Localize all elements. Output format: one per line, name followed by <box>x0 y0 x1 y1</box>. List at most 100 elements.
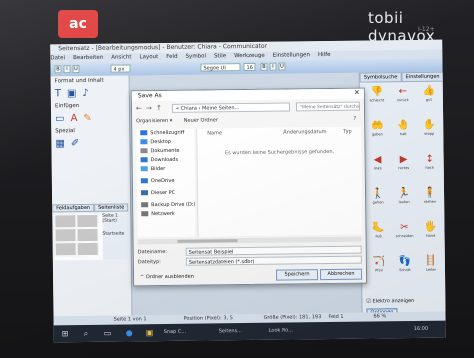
page-list-item[interactable]: Seite 1 (Start) <box>102 213 128 224</box>
edge-icon[interactable]: ● <box>126 328 133 337</box>
nav-item[interactable]: Backup Drive (D:) <box>137 201 195 211</box>
organize-button[interactable]: Organisieren ▾ <box>136 118 172 124</box>
symbol-label: gehen <box>372 200 384 205</box>
symbol-icon: 🤚 <box>396 120 410 132</box>
symbol-cell[interactable]: 👣 Schritt <box>394 256 416 272</box>
italic-text-button[interactable]: I <box>269 62 277 71</box>
symbol-icon: ✂ <box>400 222 409 234</box>
menu-item[interactable]: Einstellungen <box>273 52 310 58</box>
symbol-cell[interactable]: 🧍 stehen <box>419 188 441 204</box>
page-thumbnail[interactable]: Seite 1 (Start) Startseite <box>54 213 129 261</box>
show-checkbox[interactable]: ☑ Elektro anzeigen <box>366 298 414 305</box>
path-field[interactable]: « Chiara › Meine Seiten... <box>171 102 291 113</box>
symbol-cell[interactable]: ◀ links <box>367 154 389 170</box>
menu-item[interactable]: Hilfe <box>318 52 331 58</box>
taskbar-seitensatz[interactable]: Seitens... <box>219 328 242 334</box>
back-icon[interactable]: ← <box>136 104 142 112</box>
bold-text-button[interactable]: B <box>260 62 268 71</box>
menu-item[interactable]: Datei <box>50 55 65 61</box>
symbol-cell[interactable]: 🏃 laufen <box>393 188 415 204</box>
underline-text-button[interactable]: U <box>278 62 286 71</box>
symbol-cell[interactable]: 🚶 gehen <box>367 188 389 204</box>
symbol-cell[interactable]: ✋ stopp <box>418 120 440 136</box>
forward-icon[interactable]: → <box>146 104 152 112</box>
special-grid-icon[interactable]: ▦ <box>55 138 65 149</box>
menu-item[interactable]: Feld <box>166 54 177 60</box>
status-field: Feld 1 <box>328 313 344 321</box>
up-icon[interactable]: ↑ <box>156 104 162 112</box>
symbol-label: stehen <box>424 199 437 204</box>
symbol-label: laufen <box>398 200 410 205</box>
symbol-cell[interactable]: 🪜 Leiter <box>420 256 442 272</box>
tab-page-list[interactable]: Seitenliste <box>94 203 129 212</box>
symbol-label: schneiden <box>395 233 414 239</box>
symbol-cell[interactable]: 🤚 halt <box>392 120 414 136</box>
symbol-label: geben <box>371 132 383 137</box>
bold-button[interactable]: B <box>54 65 62 74</box>
left-panel-tabs: Feldaufgaben Seitenliste <box>52 203 130 213</box>
menu-item[interactable]: Werkzeuge <box>234 53 265 59</box>
symbol-icon: 🚶 <box>371 188 385 200</box>
tab-symbol-search[interactable]: Symbolsuche <box>359 72 402 83</box>
nav-item[interactable]: OneDrive <box>137 177 195 187</box>
symbol-cell[interactable]: 🦶 Fuß <box>367 222 389 238</box>
special-pen-icon[interactable]: ✐ <box>71 138 80 149</box>
close-icon[interactable]: ✕ <box>354 89 360 97</box>
symbol-cell[interactable]: ← zurück <box>392 86 414 102</box>
insert-field-icon[interactable]: ▭ <box>55 113 65 124</box>
cancel-button[interactable]: Abbrechen <box>319 268 363 281</box>
taskview-icon[interactable]: ▭ <box>104 329 112 338</box>
tab-field-tasks[interactable]: Feldaufgaben <box>52 203 95 213</box>
font-size-select[interactable]: 16 <box>243 62 256 72</box>
symbol-cell[interactable]: 🏹 Pfeil <box>368 256 390 272</box>
start-icon[interactable]: ⊞ <box>62 329 69 338</box>
taskbar-look[interactable]: Look Ro... <box>269 327 293 333</box>
nav-item[interactable]: Dieser PC <box>137 189 195 199</box>
menu-item[interactable]: Layout <box>140 54 159 60</box>
symbol-icon: 👍 <box>422 85 436 97</box>
nav-item-label: Dieser PC <box>150 189 176 197</box>
file-list[interactable]: Name Änderungsdatum Typ Es wurden keine … <box>196 126 363 237</box>
column-type[interactable]: Typ <box>343 129 351 135</box>
search-icon[interactable]: ⌕ <box>84 329 89 339</box>
new-folder-button[interactable]: Neuer Ordner <box>184 117 218 123</box>
taskbar-snap[interactable]: Snap C... <box>164 329 187 335</box>
menu-item[interactable]: Bearbeiten <box>73 55 103 61</box>
column-date[interactable]: Änderungsdatum <box>283 129 326 136</box>
search-input[interactable]: "Meine Seitensätz" durchsuch... <box>295 101 361 112</box>
explorer-icon[interactable]: ▣ <box>146 328 154 337</box>
symbol-cell[interactable]: ▶ rechts <box>393 154 415 170</box>
underline-button[interactable]: U <box>72 65 80 74</box>
text-tool-icon[interactable]: T <box>55 88 61 99</box>
nav-item[interactable]: Bilder <box>137 165 195 175</box>
nav-item[interactable]: Netzwerk <box>137 210 195 220</box>
symbol-cell[interactable]: 🖐 Hand <box>419 222 441 238</box>
insert-brush-icon[interactable]: ✎ <box>83 113 92 124</box>
column-name[interactable]: Name <box>207 130 222 136</box>
save-button[interactable]: Speichern <box>275 269 319 281</box>
sound-tool-icon[interactable]: ♪ <box>82 88 89 99</box>
folder-icon <box>140 166 148 172</box>
page-list-item[interactable]: Startseite <box>102 231 128 237</box>
symbol-icon: 🪜 <box>424 255 438 267</box>
zoom-field[interactable]: 4 px <box>110 64 131 73</box>
italic-button[interactable]: I <box>63 65 71 74</box>
status-zoom: 66 % <box>373 313 387 320</box>
image-tool-icon[interactable]: ▣ <box>67 88 77 99</box>
menu-item[interactable]: Symbol <box>186 54 207 60</box>
filetype-select[interactable]: Seitensatzdateien (*.sdbr) <box>185 255 362 266</box>
font-select[interactable]: Segoe UI <box>200 63 241 72</box>
symbol-cell[interactable]: 👎 schlecht <box>366 86 388 102</box>
insert-color-icon[interactable]: A <box>70 113 77 124</box>
symbol-cell[interactable]: 👍 gut <box>418 86 440 102</box>
symbol-cell[interactable]: 🤲 geben <box>366 120 388 136</box>
tab-settings[interactable]: Einstellungen <box>401 71 444 83</box>
menu-item[interactable]: Ansicht <box>111 54 131 60</box>
menu-item[interactable]: Stile <box>214 53 226 59</box>
symbol-cell[interactable]: ↕ hoch <box>419 154 441 170</box>
filename-input[interactable]: Seitensat Beispiel <box>185 245 362 256</box>
symbol-cell[interactable]: ✂ schneiden <box>393 222 415 238</box>
help-icon[interactable]: ? <box>353 115 356 124</box>
horizontal-scrollbar[interactable] <box>137 236 362 245</box>
hide-folders-toggle[interactable]: ^ Ordner ausblenden <box>140 274 194 281</box>
